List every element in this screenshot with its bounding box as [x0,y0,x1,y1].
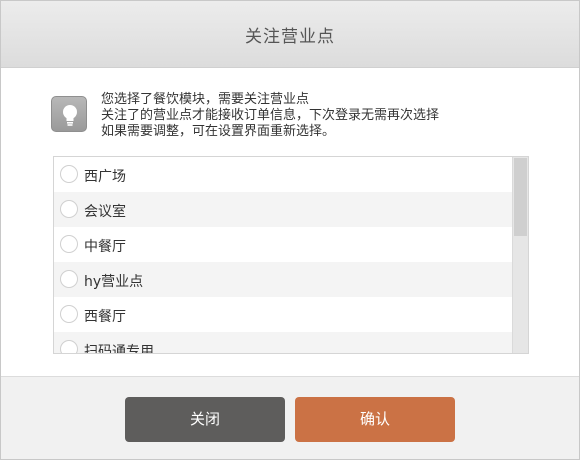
radio-button[interactable] [60,235,78,253]
tip-message: 您选择了餐饮模块，需要关注营业点 关注了的营业点才能接收订单信息，下次登录无需再… [101,92,521,140]
confirm-button[interactable]: 确认 [295,397,455,442]
location-label: hy营业点 [84,274,144,290]
lightbulb-icon [51,96,87,132]
location-label: 扫码通专用 [84,344,154,354]
radio-button[interactable] [60,340,78,353]
radio-button[interactable] [60,270,78,288]
radio-button[interactable] [60,305,78,323]
location-label: 西广场 [84,169,126,185]
location-item[interactable]: hy营业点 [54,262,513,297]
dialog-header: 关注营业点 [1,1,579,68]
tip-line-3: 如果需要调整，可在设置界面重新选择。 [101,124,336,139]
location-item[interactable]: 西广场 [54,157,513,192]
radio-button[interactable] [60,200,78,218]
tip-line-2: 关注了的营业点才能接收订单信息，下次登录无需再次选择 [101,108,440,123]
tip-line-1: 您选择了餐饮模块，需要关注营业点 [101,92,310,107]
location-item[interactable]: 扫码通专用 [54,332,513,354]
scrollbar-thumb[interactable] [514,158,527,236]
close-button[interactable]: 关闭 [125,397,285,442]
location-label: 中餐厅 [84,239,126,255]
radio-button[interactable] [60,165,78,183]
location-item[interactable]: 中餐厅 [54,227,513,262]
location-item[interactable]: 会议室 [54,192,513,227]
dialog-footer: 关闭 确认 [1,376,579,459]
location-label: 西餐厅 [84,309,126,325]
location-list[interactable]: 西广场 会议室 中餐厅 hy营业点 西餐厅 扫码通专用 [53,156,529,354]
dialog-title: 关注营业点 [245,27,335,47]
list-scrollbar[interactable] [512,157,528,353]
location-label: 会议室 [84,204,126,220]
location-item[interactable]: 西餐厅 [54,297,513,332]
follow-location-dialog: 关注营业点 您选择了餐饮模块，需要关注营业点 关注了的营业点才能接收订单信息，下… [0,0,580,460]
